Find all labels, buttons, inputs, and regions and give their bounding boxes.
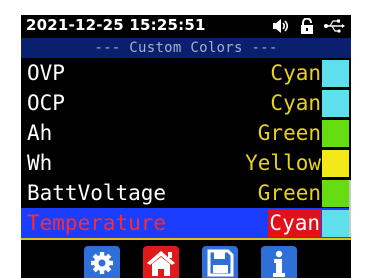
device-screen: 2021-12-25 15:25:51 --- Custom Colors --… [21,15,351,278]
row-label: BattVoltage [27,181,167,205]
home-icon [147,251,175,276]
usb-icon [324,19,345,33]
bottom-toolbar [21,242,351,278]
color-swatch [322,90,349,117]
section-header: --- Custom Colors --- [21,38,351,58]
list-item-ah[interactable]: Ah Green [21,118,351,148]
list-item-battvoltage[interactable]: BattVoltage Green [21,178,351,208]
lock-icon [301,18,313,34]
row-label: OVP [27,61,65,85]
status-bar: 2021-12-25 15:25:51 [21,15,351,36]
row-value: Yellow [245,151,321,175]
home-button[interactable] [143,246,179,278]
divider [21,238,351,240]
list-item-ocp[interactable]: OCP Cyan [21,88,351,118]
row-label: Wh [27,151,53,175]
color-swatch [322,60,349,87]
custom-colors-list: OVP Cyan OCP Cyan Ah Green Wh Yellow Bat… [21,58,351,242]
info-button[interactable] [261,246,297,278]
color-swatch [322,150,349,177]
row-value: Green [257,181,321,205]
info-icon [273,250,285,277]
list-item-temperature[interactable]: Temperature Cyan [21,208,351,238]
color-swatch [322,180,349,207]
scrollbar-thumb[interactable] [349,180,351,237]
list-item-ovp[interactable]: OVP Cyan [21,58,351,88]
settings-button[interactable] [84,246,120,278]
list-item-wh[interactable]: Wh Yellow [21,148,351,178]
color-swatch [322,120,349,147]
row-value: Cyan [270,61,321,85]
row-value: Cyan [270,91,321,115]
save-icon [207,249,234,277]
speaker-icon [273,19,289,33]
datetime: 2021-12-25 15:25:51 [26,16,206,34]
color-swatch [322,210,349,237]
save-button[interactable] [202,246,238,278]
row-label: Temperature [27,211,167,235]
row-value: Cyan [268,209,321,237]
gear-icon [91,252,113,274]
row-label: OCP [27,91,65,115]
row-label: Ah [27,121,53,145]
row-value: Green [257,121,321,145]
